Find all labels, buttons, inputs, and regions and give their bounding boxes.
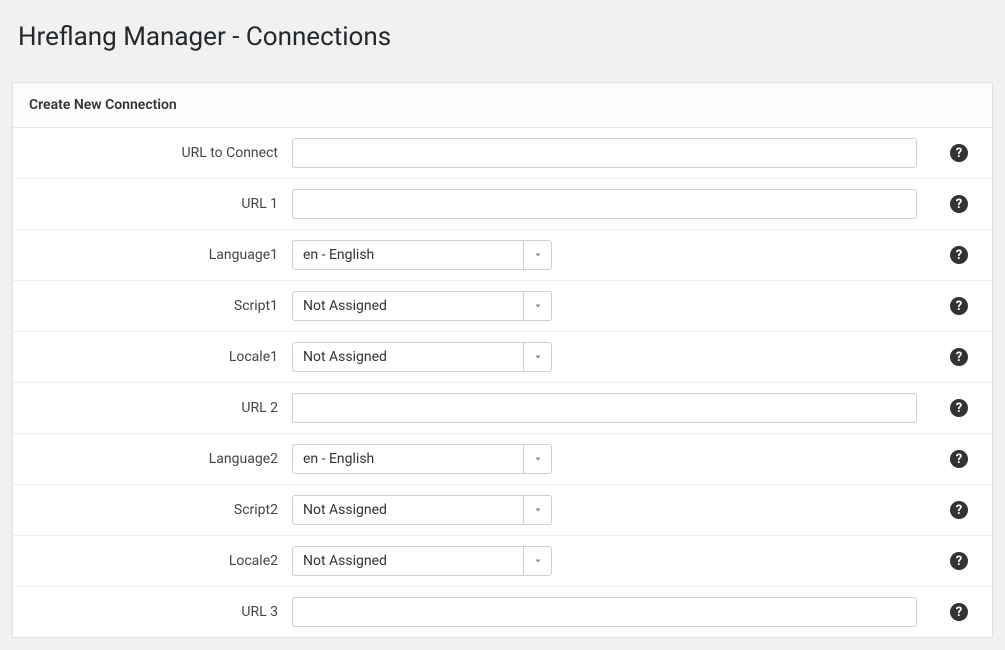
help-col-language1: ?: [924, 246, 978, 264]
help-icon[interactable]: ?: [950, 399, 968, 417]
help-col-url1: ?: [924, 195, 978, 213]
form-row-url3: URL 3?: [13, 587, 992, 637]
help-col-language2: ?: [924, 450, 978, 468]
field-col-locale2: Not Assigned: [292, 546, 924, 576]
label-locale2: Locale2: [27, 553, 292, 569]
chevron-down-icon: [523, 241, 551, 269]
language1-select-value: en - English: [293, 247, 523, 263]
help-icon[interactable]: ?: [950, 552, 968, 570]
field-col-language1: en - English: [292, 240, 924, 270]
label-url3: URL 3: [27, 604, 292, 620]
field-col-url2: [292, 393, 924, 423]
help-col-url2: ?: [924, 399, 978, 417]
field-col-language2: en - English: [292, 444, 924, 474]
form-row-locale2: Locale2Not Assigned?: [13, 536, 992, 587]
help-icon[interactable]: ?: [950, 501, 968, 519]
form-body: URL to Connect?URL 1?Language1en - Engli…: [13, 128, 992, 637]
panel-heading: Create New Connection: [13, 83, 992, 128]
page-title: Hreflang Manager - Connections: [18, 22, 993, 52]
field-col-locale1: Not Assigned: [292, 342, 924, 372]
language1-select[interactable]: en - English: [292, 240, 552, 270]
form-row-language2: Language2en - English?: [13, 434, 992, 485]
field-col-url1: [292, 189, 924, 219]
chevron-down-icon: [523, 547, 551, 575]
chevron-down-icon: [523, 292, 551, 320]
label-language1: Language1: [27, 247, 292, 263]
help-icon[interactable]: ?: [950, 144, 968, 162]
form-row-url2: URL 2?: [13, 383, 992, 434]
label-locale1: Locale1: [27, 349, 292, 365]
label-script2: Script2: [27, 502, 292, 518]
url3-input[interactable]: [292, 597, 917, 627]
chevron-down-icon: [523, 445, 551, 473]
url2-input[interactable]: [292, 393, 917, 423]
locale2-select-value: Not Assigned: [293, 553, 523, 569]
help-icon[interactable]: ?: [950, 450, 968, 468]
form-row-locale1: Locale1Not Assigned?: [13, 332, 992, 383]
field-col-url_to_connect: [292, 138, 924, 168]
field-col-script2: Not Assigned: [292, 495, 924, 525]
script2-select-value: Not Assigned: [293, 502, 523, 518]
label-language2: Language2: [27, 451, 292, 467]
help-col-locale2: ?: [924, 552, 978, 570]
script1-select-value: Not Assigned: [293, 298, 523, 314]
locale1-select[interactable]: Not Assigned: [292, 342, 552, 372]
help-icon[interactable]: ?: [950, 297, 968, 315]
help-icon[interactable]: ?: [950, 195, 968, 213]
chevron-down-icon: [523, 343, 551, 371]
help-col-url_to_connect: ?: [924, 144, 978, 162]
help-icon[interactable]: ?: [950, 603, 968, 621]
label-script1: Script1: [27, 298, 292, 314]
script2-select[interactable]: Not Assigned: [292, 495, 552, 525]
url_to_connect-input[interactable]: [292, 138, 917, 168]
form-row-language1: Language1en - English?: [13, 230, 992, 281]
create-connection-panel: Create New Connection URL to Connect?URL…: [12, 82, 993, 638]
form-row-script2: Script2Not Assigned?: [13, 485, 992, 536]
label-url1: URL 1: [27, 196, 292, 212]
locale1-select-value: Not Assigned: [293, 349, 523, 365]
language2-select[interactable]: en - English: [292, 444, 552, 474]
label-url2: URL 2: [27, 400, 292, 416]
label-url_to_connect: URL to Connect: [27, 145, 292, 161]
help-col-locale1: ?: [924, 348, 978, 366]
url1-input[interactable]: [292, 189, 917, 219]
script1-select[interactable]: Not Assigned: [292, 291, 552, 321]
language2-select-value: en - English: [293, 451, 523, 467]
field-col-url3: [292, 597, 924, 627]
field-col-script1: Not Assigned: [292, 291, 924, 321]
locale2-select[interactable]: Not Assigned: [292, 546, 552, 576]
chevron-down-icon: [523, 496, 551, 524]
form-row-url_to_connect: URL to Connect?: [13, 128, 992, 179]
help-col-script2: ?: [924, 501, 978, 519]
help-col-url3: ?: [924, 603, 978, 621]
help-icon[interactable]: ?: [950, 348, 968, 366]
help-col-script1: ?: [924, 297, 978, 315]
form-row-url1: URL 1?: [13, 179, 992, 230]
help-icon[interactable]: ?: [950, 246, 968, 264]
form-row-script1: Script1Not Assigned?: [13, 281, 992, 332]
